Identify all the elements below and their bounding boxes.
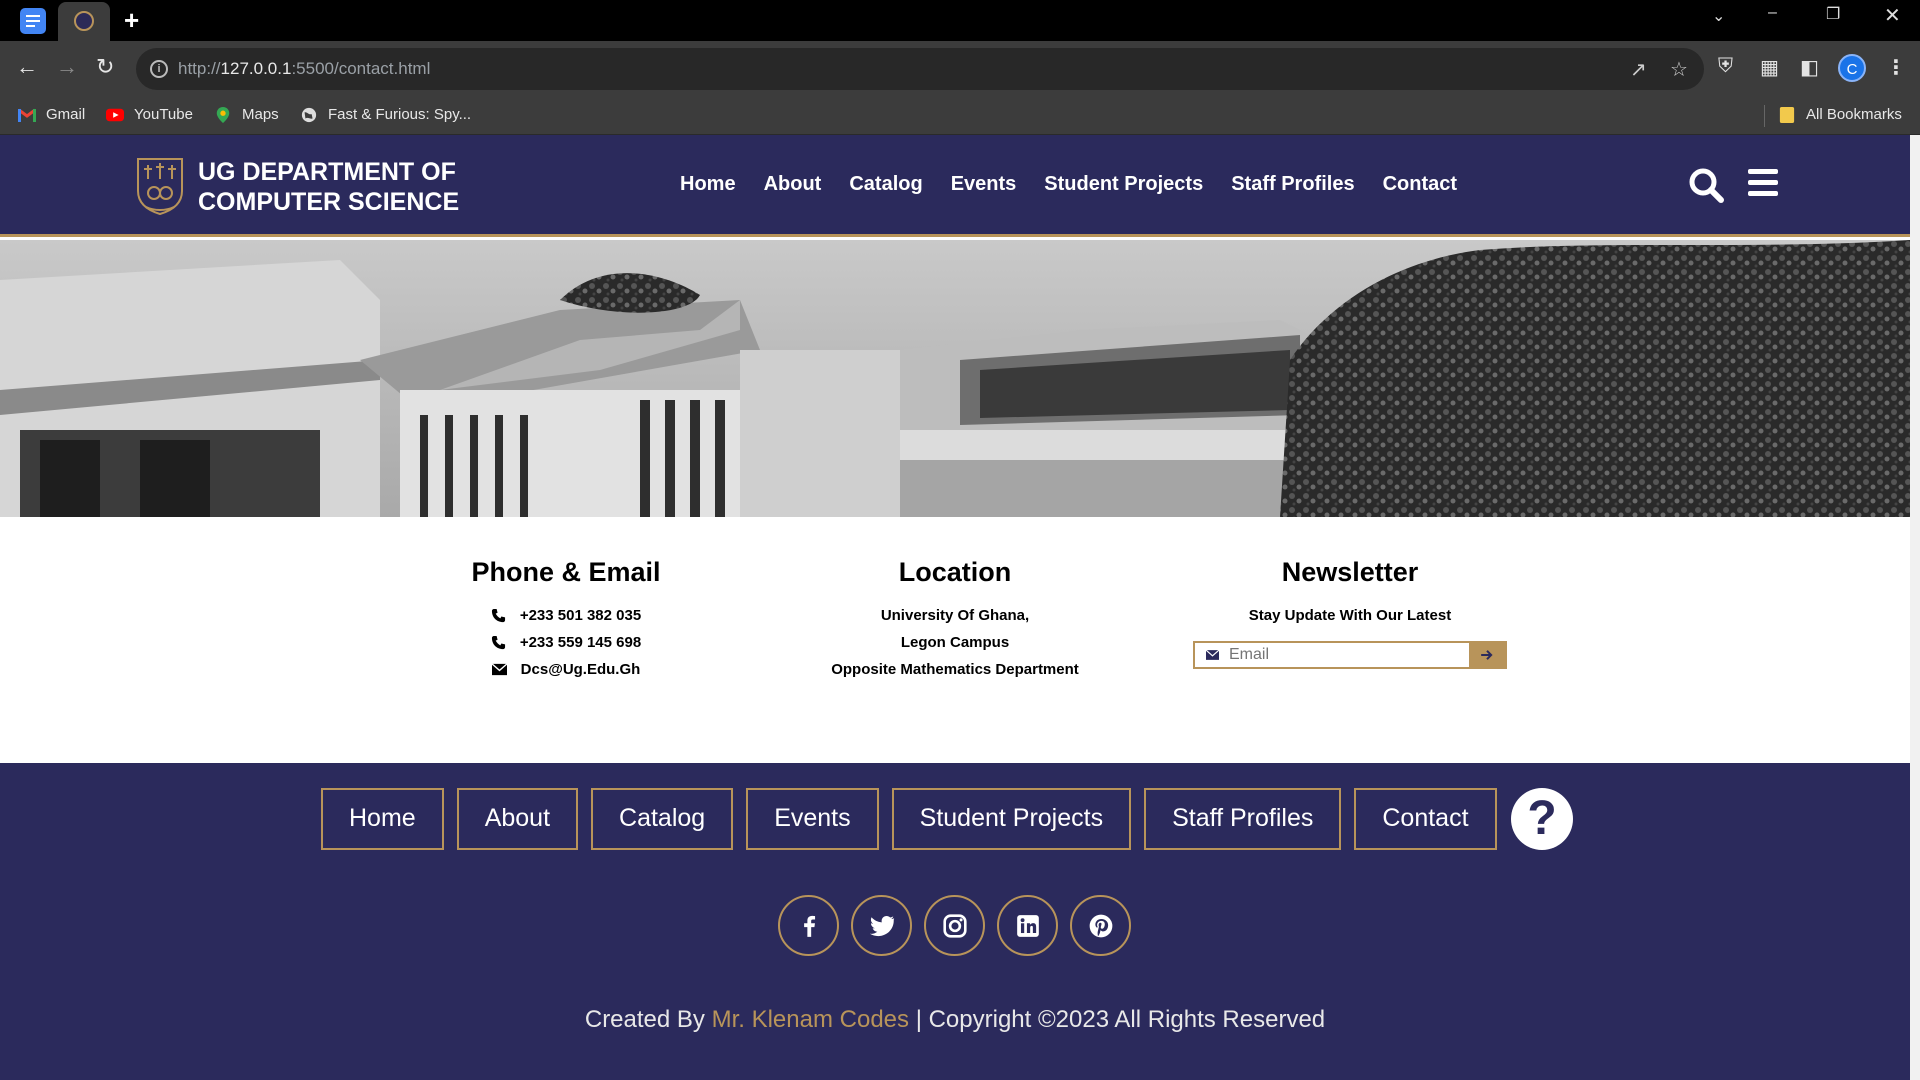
envelope-icon [491, 663, 507, 676]
newsletter-form [1193, 641, 1507, 669]
brand-line-2: COMPUTER SCIENCE [198, 188, 460, 216]
bookmark-youtube[interactable]: YouTube [106, 106, 193, 123]
phone-line-2: +233 559 145 698 [440, 629, 692, 656]
newsletter-submit-button[interactable] [1469, 643, 1505, 667]
bookmark-fast-furious[interactable]: Fast & Furious: Spy... [300, 106, 471, 123]
envelope-icon [1195, 643, 1229, 667]
kebab-menu-icon[interactable]: ⋮ [1886, 55, 1906, 80]
nav-catalog[interactable]: Catalog [849, 173, 922, 196]
location-line-3: Opposite Mathematics Department [831, 661, 1079, 678]
facebook-icon[interactable] [778, 895, 839, 956]
site-header: UG DEPARTMENT OF COMPUTER SCIENCE Home A… [0, 135, 1910, 237]
reload-icon[interactable]: ↻ [96, 55, 114, 79]
tab-search-icon[interactable]: ⌄ [1712, 6, 1725, 26]
bookmark-gmail[interactable]: Gmail [18, 106, 85, 123]
nav-events[interactable]: Events [951, 173, 1017, 196]
main-nav: Home About Catalog Events Student Projec… [680, 173, 1457, 196]
location-line-2: Legon Campus [900, 634, 1010, 651]
nav-about[interactable]: About [764, 173, 822, 196]
bookmark-star-icon[interactable]: ☆ [1670, 57, 1688, 82]
brand-line-1: UG DEPARTMENT OF [198, 158, 456, 186]
restore-button[interactable]: ❐ [1826, 4, 1840, 24]
nav-staff-profiles[interactable]: Staff Profiles [1231, 173, 1354, 196]
forward-icon[interactable]: → [56, 55, 78, 79]
location-heading: Location [898, 557, 1012, 587]
hero-banner-image [0, 240, 1910, 517]
url-text[interactable]: http://127.0.0.1:5500/contact.html [178, 59, 430, 79]
phone-number-1[interactable]: +233 501 382 035 [520, 602, 641, 629]
new-tab-button[interactable]: + [124, 7, 139, 33]
newsletter-subtitle: Stay Update With Our Latest [1248, 607, 1452, 624]
close-window-button[interactable]: ✕ [1884, 3, 1901, 28]
browser-tabstrip: + ⌄ – ❐ ✕ [0, 0, 1920, 41]
brand-title[interactable]: UG DEPARTMENT OF COMPUTER SCIENCE [198, 157, 459, 217]
bookmarks-separator [1764, 105, 1765, 127]
footer-nav-student-projects[interactable]: Student Projects [891, 788, 1132, 850]
linkedin-icon[interactable] [997, 895, 1058, 956]
minimize-button[interactable]: – [1768, 4, 1777, 22]
all-bookmarks[interactable]: All Bookmarks [1778, 106, 1902, 123]
address-bar[interactable]: i http://127.0.0.1:5500/contact.html ↗ ☆ [136, 48, 1704, 90]
nav-student-projects[interactable]: Student Projects [1044, 173, 1203, 196]
phone-icon [491, 635, 505, 650]
folder-icon [1779, 106, 1795, 123]
browser-toolbar: ← → ↻ i http://127.0.0.1:5500/contact.ht… [0, 41, 1920, 97]
globe-icon [301, 107, 317, 122]
shield-extension-icon[interactable]: ⛨ [1718, 55, 1733, 78]
footer-nav-home[interactable]: Home [321, 788, 444, 850]
active-tab[interactable] [58, 2, 110, 41]
maps-icon [216, 106, 230, 123]
arrow-right-icon [1481, 650, 1493, 660]
phone-line-1: +233 501 382 035 [440, 602, 692, 629]
gmail-icon [18, 108, 36, 122]
page-scrollbar[interactable] [1910, 135, 1920, 1080]
instagram-icon[interactable] [924, 895, 985, 956]
contact-section: Phone & Email +233 501 382 035 +233 559 … [0, 517, 1910, 763]
phone-email-heading: Phone & Email [471, 557, 661, 587]
newsletter-email-input[interactable] [1229, 643, 1469, 667]
newsletter-column: Newsletter Stay Update With Our Latest [1188, 517, 1512, 669]
location-column: Location University Of Ghana, Legon Camp… [815, 517, 1095, 683]
site-info-icon[interactable]: i [150, 60, 168, 78]
footer-nav-about[interactable]: About [456, 788, 579, 850]
extensions-puzzle-icon[interactable]: ▦ [1760, 55, 1779, 80]
site-favicon-icon [74, 11, 94, 31]
site-footer: Home About Catalog Events Student Projec… [0, 763, 1910, 1080]
author-link[interactable]: Mr. Klenam Codes [712, 1006, 909, 1033]
email-line: Dcs@Ug.Edu.Gh [440, 656, 692, 683]
phone-number-2[interactable]: +233 559 145 698 [520, 629, 641, 656]
footer-nav-staff-profiles[interactable]: Staff Profiles [1144, 788, 1342, 850]
footer-nav-contact[interactable]: Contact [1354, 788, 1497, 850]
bookmark-maps[interactable]: Maps [214, 106, 279, 123]
footer-nav-events[interactable]: Events [746, 788, 879, 850]
location-line-1: University Of Ghana, [880, 607, 1030, 624]
footer-nav: Home About Catalog Events Student Projec… [321, 788, 1497, 850]
share-icon[interactable]: ↗ [1630, 57, 1647, 82]
phone-email-column: Phone & Email +233 501 382 035 +233 559 … [440, 517, 692, 683]
ug-crest-logo[interactable] [134, 157, 186, 215]
phone-icon [491, 608, 505, 623]
back-icon[interactable]: ← [16, 55, 38, 79]
help-question-icon[interactable]: ? [1511, 788, 1573, 850]
copyright-line: Created By Mr. Klenam Codes | Copyright … [0, 1006, 1910, 1034]
nav-home[interactable]: Home [680, 173, 736, 196]
search-icon[interactable] [1688, 167, 1724, 203]
hamburger-menu-icon[interactable] [1748, 169, 1778, 197]
nav-contact[interactable]: Contact [1383, 173, 1457, 196]
created-by-label: Created By [584, 1006, 705, 1033]
social-links [778, 895, 1131, 956]
email-address[interactable]: Dcs@Ug.Edu.Gh [521, 656, 641, 683]
bookmarks-bar: Gmail YouTube Maps Fast & Furious: Spy..… [0, 97, 1920, 135]
pinterest-icon[interactable] [1070, 895, 1131, 956]
profile-avatar[interactable]: C [1838, 54, 1866, 82]
side-panel-icon[interactable]: ◧ [1800, 55, 1819, 80]
copyright-text: | Copyright ©2023 All Rights Reserved [915, 1006, 1326, 1033]
newsletter-heading: Newsletter [1281, 557, 1419, 587]
footer-nav-catalog[interactable]: Catalog [591, 788, 734, 850]
docs-tab-icon[interactable] [20, 8, 46, 34]
youtube-icon [106, 108, 124, 121]
twitter-icon[interactable] [851, 895, 912, 956]
page-viewport: UG DEPARTMENT OF COMPUTER SCIENCE Home A… [0, 135, 1910, 1080]
